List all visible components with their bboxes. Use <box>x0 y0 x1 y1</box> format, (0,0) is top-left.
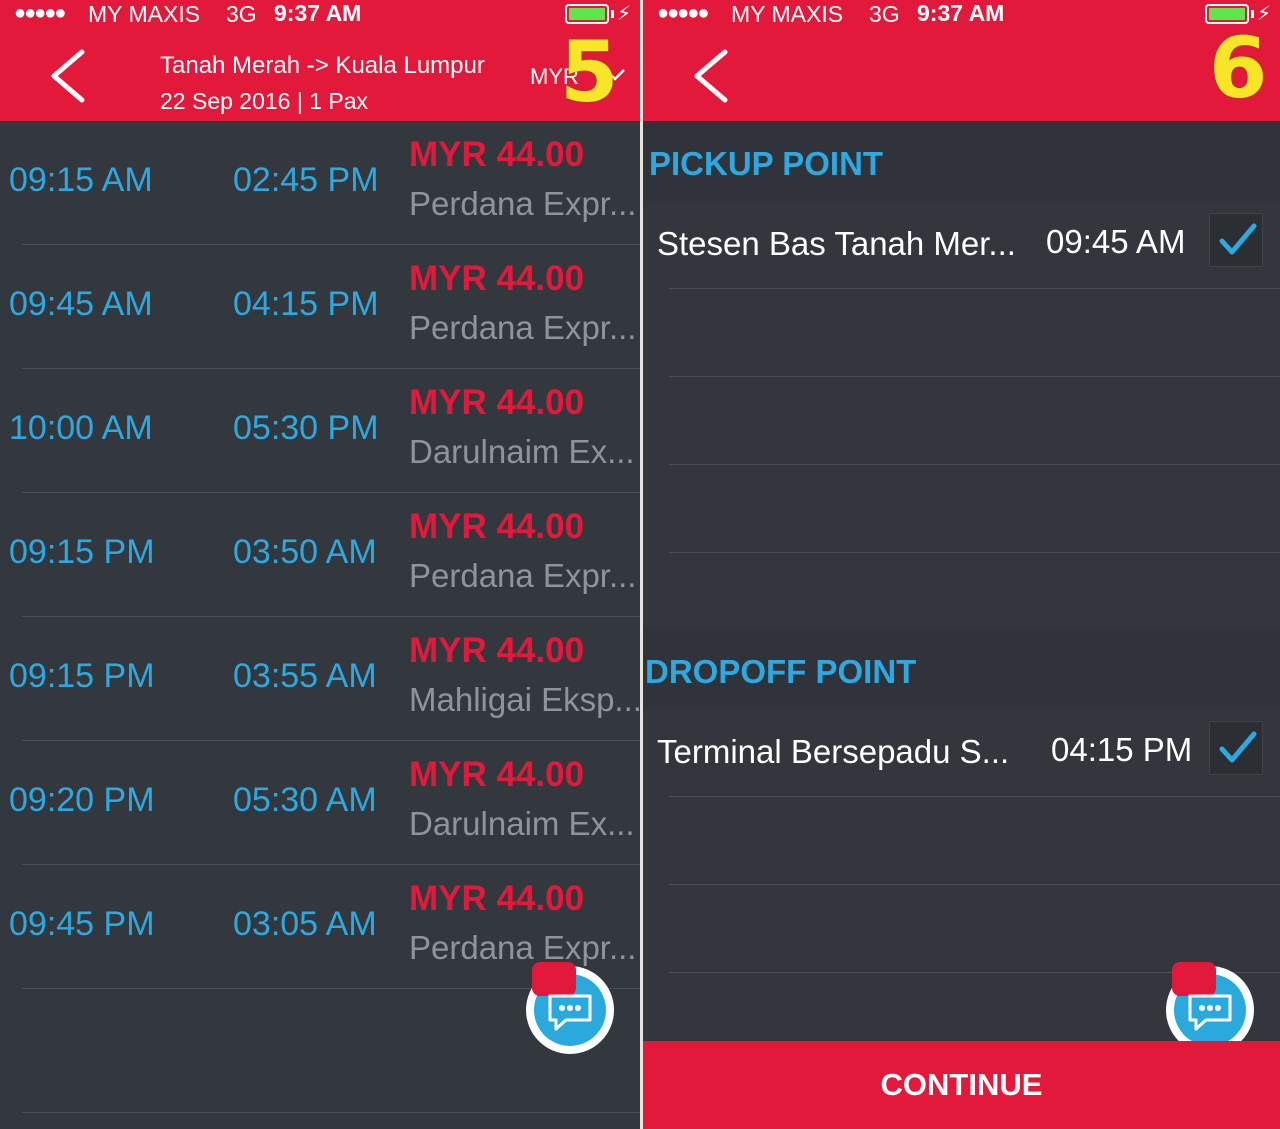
network-type: 3G <box>226 1 257 27</box>
bus-operator: Mahligai Eksp... <box>409 681 640 718</box>
back-chevron-icon[interactable] <box>687 46 743 106</box>
chat-icon <box>548 994 592 1031</box>
continue-button[interactable]: CONTINUE <box>643 1041 1280 1129</box>
header-bar: ●●●●● MY MAXIS 3G 9:37 AM ⚡ 6 <box>643 0 1280 121</box>
chat-notification-badge <box>1172 962 1216 996</box>
dropoff-point-time: 04:15 PM <box>1051 731 1193 768</box>
row-divider <box>669 552 1280 553</box>
trip-list-screen: ●●●●● MY MAXIS 3G 9:37 AM ⚡ Tanah Merah … <box>0 0 640 1129</box>
dropoff-heading: DROPOFF POINT <box>645 653 917 690</box>
arrival-time: 05:30 PM <box>233 409 379 447</box>
carrier-name: MY MAXIS <box>731 1 844 27</box>
row-divider <box>22 1112 640 1113</box>
fare-price: MYR 44.00 <box>409 383 585 422</box>
departure-time: 09:15 AM <box>9 161 153 199</box>
arrival-time: 05:30 AM <box>233 781 377 819</box>
row-divider <box>669 376 1280 377</box>
status-time: 9:37 AM <box>917 0 1005 26</box>
fare-price: MYR 44.00 <box>409 755 585 794</box>
trip-row[interactable]: 09:15 PM 03:55 AM MYR 44.00 Mahligai Eksp..… <box>0 617 640 741</box>
pickup-checkbox[interactable] <box>1209 213 1263 267</box>
departure-time: 09:45 AM <box>9 285 153 323</box>
empty-row <box>643 377 1280 465</box>
status-bar: ●●●●● MY MAXIS 3G 9:37 AM ⚡ <box>0 0 640 28</box>
pickup-point-row[interactable]: Stesen Bas Tanah Mer... 09:45 AM <box>643 201 1280 289</box>
empty-row <box>643 797 1280 885</box>
fare-price: MYR 44.00 <box>409 631 585 670</box>
bus-operator: Darulnaim Ex... <box>409 433 635 470</box>
empty-row <box>643 885 1280 973</box>
departure-time: 10:00 AM <box>9 409 153 447</box>
dropoff-point-row[interactable]: Terminal Bersepadu S... 04:15 PM <box>643 709 1280 797</box>
signal-strength: ●●●●● <box>657 2 709 24</box>
row-divider <box>669 288 1280 289</box>
trip-row[interactable]: 09:15 AM 02:45 PM MYR 44.00 Perdana Expr... <box>0 121 640 245</box>
status-bar: ●●●●● MY MAXIS 3G 9:37 AM ⚡ <box>643 0 1280 28</box>
departure-time: 09:15 PM <box>9 657 155 695</box>
battery-icon <box>565 4 614 24</box>
signal-strength: ●●●●● <box>14 2 66 24</box>
bus-operator: Perdana Expr... <box>409 929 637 966</box>
bus-operator: Perdana Expr... <box>409 557 637 594</box>
step-number-badge: 5 <box>560 23 619 121</box>
bus-operator: Perdana Expr... <box>409 185 637 222</box>
pickup-point-name: Stesen Bas Tanah Mer... <box>657 225 1016 262</box>
empty-row <box>643 465 1280 553</box>
arrival-time: 02:45 PM <box>233 161 379 199</box>
checkbox-checked-icon <box>1219 223 1257 255</box>
fare-price: MYR 44.00 <box>409 135 585 174</box>
departure-time: 09:45 PM <box>9 905 155 943</box>
empty-row <box>643 289 1280 377</box>
arrival-time: 03:05 AM <box>233 905 377 943</box>
pickup-point-time: 09:45 AM <box>1046 223 1186 260</box>
row-divider <box>669 884 1280 885</box>
back-chevron-icon[interactable] <box>44 46 100 106</box>
trip-row[interactable]: 10:00 AM 05:30 PM MYR 44.00 Darulnaim Ex... <box>0 369 640 493</box>
fare-price: MYR 44.00 <box>409 507 585 546</box>
header-bar: ●●●●● MY MAXIS 3G 9:37 AM ⚡ Tanah Merah … <box>0 0 640 121</box>
departure-time: 09:15 PM <box>9 533 155 571</box>
dropoff-section-header: DROPOFF POINT <box>643 629 1280 709</box>
step-number-badge: 6 <box>1209 19 1268 117</box>
bus-operator: Darulnaim Ex... <box>409 805 635 842</box>
trip-row[interactable]: 09:15 PM 03:50 AM MYR 44.00 Perdana Expr... <box>0 493 640 617</box>
carrier-name: MY MAXIS <box>88 1 201 27</box>
trip-row[interactable]: 09:45 AM 04:15 PM MYR 44.00 Perdana Expr... <box>0 245 640 369</box>
departure-time: 09:20 PM <box>9 781 155 819</box>
row-divider <box>669 464 1280 465</box>
arrival-time: 03:55 AM <box>233 657 377 695</box>
row-divider <box>669 796 1280 797</box>
status-time: 9:37 AM <box>274 0 362 26</box>
trip-row[interactable]: 09:20 PM 05:30 AM MYR 44.00 Darulnaim Ex... <box>0 741 640 865</box>
fare-price: MYR 44.00 <box>409 879 585 918</box>
network-type: 3G <box>869 1 900 27</box>
route-subtitle: 22 Sep 2016 | 1 Pax <box>160 88 369 114</box>
checkbox-checked-icon <box>1219 731 1257 763</box>
chat-notification-badge <box>532 962 576 996</box>
charging-icon: ⚡ <box>617 3 632 25</box>
dropoff-point-name: Terminal Bersepadu S... <box>657 733 1010 770</box>
chat-button[interactable] <box>526 962 614 1054</box>
fare-price: MYR 44.00 <box>409 259 585 298</box>
bus-operator: Perdana Expr... <box>409 309 637 346</box>
boarding-points-screen: ●●●●● MY MAXIS 3G 9:37 AM ⚡ 6 PICKUP POI… <box>643 0 1280 1129</box>
pickup-heading: PICKUP POINT <box>649 145 884 182</box>
arrival-time: 04:15 PM <box>233 285 379 323</box>
arrival-time: 03:50 AM <box>233 533 377 571</box>
pickup-section-header: PICKUP POINT <box>643 121 1280 201</box>
chat-icon <box>1188 994 1232 1031</box>
empty-row <box>643 553 1280 629</box>
dropoff-checkbox[interactable] <box>1209 721 1263 775</box>
route-title: Tanah Merah -> Kuala Lumpur <box>160 52 485 79</box>
